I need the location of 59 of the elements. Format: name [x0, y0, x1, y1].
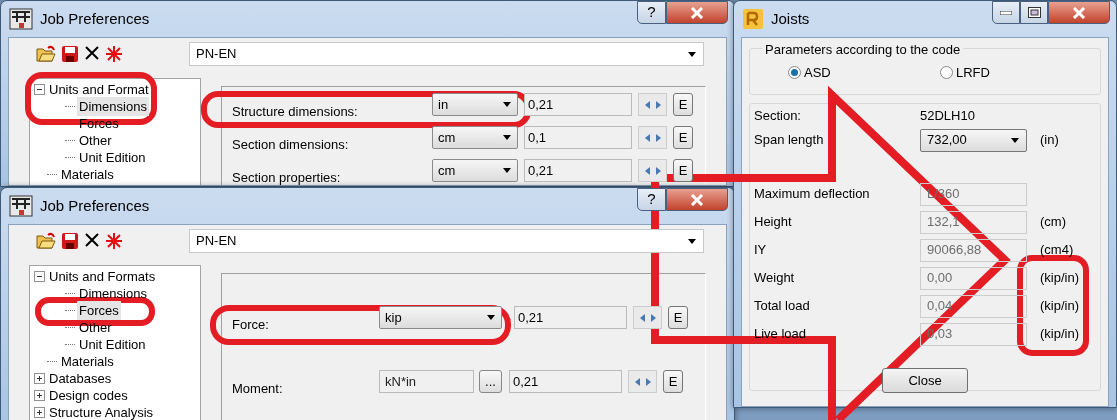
window-title: Job Preferences [40, 8, 150, 29]
code-dropdown[interactable]: PN-EN [189, 42, 704, 66]
dropdown-value: in [438, 95, 449, 114]
readonly-field: 90066,88 [920, 238, 1027, 262]
dropdown-value: 732,00 [927, 131, 967, 150]
field-label: Maximum deflection [754, 185, 871, 204]
field-label: Section dimensions: [232, 136, 350, 154]
close-dialog-button[interactable]: Close [882, 368, 968, 393]
unit-label: (kip/in) [1040, 325, 1079, 344]
edit-button[interactable]: E [673, 126, 693, 149]
field-label: Moment: [232, 380, 284, 398]
edit-button[interactable]: E [673, 93, 693, 116]
unit-label: (cm) [1040, 213, 1066, 232]
value-field[interactable]: 0,21 [524, 93, 632, 116]
value-field[interactable]: 0,21 [509, 370, 622, 393]
help-button[interactable]: ? [637, 188, 666, 211]
field-label: Section properties: [232, 169, 342, 185]
field-label: Total load [754, 297, 811, 316]
unit-dropdown[interactable]: in [432, 93, 518, 116]
field-label: Height [754, 213, 793, 232]
dropdown-value: PN-EN [196, 232, 237, 251]
unit-label: (in) [1040, 131, 1059, 150]
value-field[interactable]: 0,21 [514, 306, 627, 329]
readonly-field: 0,00 [920, 266, 1027, 290]
field-value: 52DLH10 [920, 108, 975, 124]
field-label: Force: [232, 316, 270, 334]
readonly-field: 0,04 [920, 294, 1027, 318]
field-label: Span length [754, 131, 825, 150]
field-label: IY [754, 241, 768, 260]
dropdown-value: cm [438, 128, 456, 147]
field-label: Structure dimensions: [232, 103, 359, 121]
edit-button[interactable]: E [663, 370, 683, 393]
dropdown-value: PN-EN [196, 45, 237, 64]
tree-item[interactable]: Dimensions [77, 96, 149, 117]
value-dropdown[interactable]: 732,00 [920, 128, 1027, 152]
dropdown-value: kip [385, 308, 402, 327]
radio-label: ASD [804, 64, 831, 82]
field-label: Section: [754, 107, 802, 126]
dropdown-value: cm [438, 161, 456, 180]
unit-label: (kip/in) [1040, 297, 1079, 316]
value-field[interactable]: 0,21 [524, 159, 632, 182]
readonly-field: 132,1 [920, 210, 1027, 234]
edit-button[interactable]: E [673, 159, 693, 182]
unit-dropdown[interactable]: cm [432, 159, 518, 182]
unit-label: (kip/in) [1040, 269, 1079, 288]
radio-label: LRFD [956, 64, 990, 82]
unit-label: (cm4) [1040, 241, 1074, 260]
value-field[interactable]: 0,1 [524, 126, 632, 149]
unit-dropdown[interactable]: cm [432, 126, 518, 149]
tree-item[interactable]: Forces [77, 300, 121, 321]
unit-field: kN*in [379, 370, 474, 393]
code-dropdown[interactable]: PN-EN [189, 229, 704, 253]
window-title: Joists [771, 8, 810, 29]
window-title: Job Preferences [40, 195, 150, 216]
field-label: Weight [754, 269, 796, 288]
unit-dropdown[interactable]: kip [379, 306, 502, 329]
edit-button[interactable]: E [668, 306, 688, 329]
browse-button[interactable]: ... [479, 370, 502, 393]
help-button[interactable]: ? [637, 1, 666, 24]
